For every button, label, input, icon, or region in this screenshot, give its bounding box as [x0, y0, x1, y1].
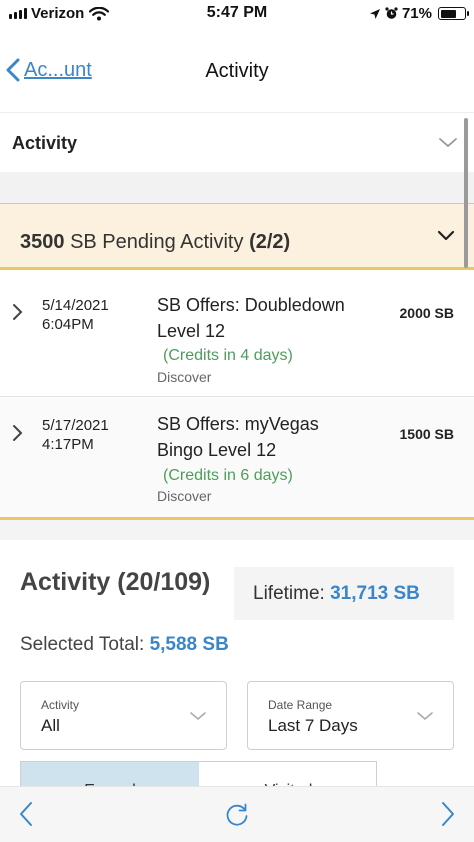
- pending-item[interactable]: 5/17/2021 4:17PM SB Offers: myVegas Bing…: [0, 398, 474, 518]
- pending-item-source: Discover: [157, 369, 212, 385]
- date-range-label: Date Range: [268, 698, 333, 712]
- activity-type-select[interactable]: Activity All: [20, 681, 227, 750]
- battery-level: [440, 9, 457, 18]
- activity-section-toggle[interactable]: Activity: [0, 112, 474, 172]
- status-bar: Verizon 5:47 PM 71%: [0, 0, 474, 28]
- activity-section-label: Activity: [12, 133, 78, 153]
- status-right: 71%: [369, 5, 469, 22]
- pending-item-credits: (Credits in 4 days): [163, 347, 293, 364]
- chevron-down-icon: [439, 138, 457, 148]
- chevron-right-icon: [13, 304, 23, 320]
- chevron-right-icon: [13, 425, 23, 441]
- back-nav-button[interactable]: [18, 801, 34, 832]
- activity-type-label: Activity: [41, 698, 80, 712]
- date-range-value: Last 7 Days: [268, 716, 358, 735]
- refresh-button[interactable]: [224, 802, 250, 833]
- selected-total: Selected Total: 5,588 SB: [20, 634, 229, 656]
- scrollbar[interactable]: [464, 118, 468, 268]
- activity-count-heading: Activity (20/109): [20, 568, 211, 596]
- navigation-bar: Ac...unt Activity: [0, 28, 474, 112]
- chevron-down-icon: [417, 712, 433, 721]
- pending-item-time: 4:17PM: [42, 436, 94, 453]
- section-divider: [0, 520, 474, 540]
- alarm-icon: [385, 7, 398, 19]
- pending-item[interactable]: 5/14/2021 6:04PM SB Offers: Doubledown L…: [0, 275, 474, 397]
- activity-type-value: All: [41, 716, 60, 735]
- lifetime-total: Lifetime: 31,713 SB: [253, 583, 420, 605]
- pending-activity-title: 3500 SB Pending Activity (2/2): [20, 231, 290, 254]
- lifetime-total-box: Lifetime: 31,713 SB: [234, 567, 454, 620]
- forward-nav-button[interactable]: [440, 801, 456, 832]
- location-icon: [369, 8, 380, 19]
- battery-icon: [438, 7, 469, 20]
- pending-item-date: 5/14/2021: [42, 297, 109, 314]
- pending-count: (2/2): [249, 231, 291, 253]
- pending-item-amount: 1500 SB: [399, 426, 454, 442]
- lifetime-label: Lifetime:: [253, 583, 325, 604]
- pending-item-time: 6:04PM: [42, 316, 94, 333]
- battery-percent: 71%: [401, 5, 432, 22]
- browser-toolbar: [0, 786, 474, 842]
- pending-amount: 3500: [20, 231, 65, 253]
- selected-total-label: Selected Total:: [20, 634, 145, 655]
- pending-item-amount: 2000 SB: [399, 305, 454, 321]
- pending-label: SB Pending Activity: [70, 231, 244, 253]
- section-divider: [0, 172, 474, 204]
- chevron-down-icon: [437, 230, 455, 241]
- pending-item-source: Discover: [157, 488, 212, 504]
- pending-item-description: SB Offers: myVegas Bingo Level 12: [157, 414, 319, 460]
- page-title: Activity: [205, 60, 269, 82]
- pending-item-date: 5/17/2021: [42, 417, 109, 434]
- pending-item-description: SB Offers: Doubledown Level 12: [157, 295, 345, 341]
- pending-item-credits: (Credits in 6 days): [163, 467, 293, 484]
- chevron-left-icon: [20, 802, 32, 826]
- refresh-icon: [226, 803, 248, 826]
- selected-total-value: 5,588 SB: [149, 634, 229, 655]
- lifetime-value: 31,713 SB: [330, 583, 420, 604]
- date-range-select[interactable]: Date Range Last 7 Days: [247, 681, 454, 750]
- chevron-down-icon: [190, 712, 206, 721]
- pending-activity-toggle[interactable]: 3500 SB Pending Activity (2/2): [0, 203, 474, 270]
- chevron-right-icon: [442, 802, 454, 826]
